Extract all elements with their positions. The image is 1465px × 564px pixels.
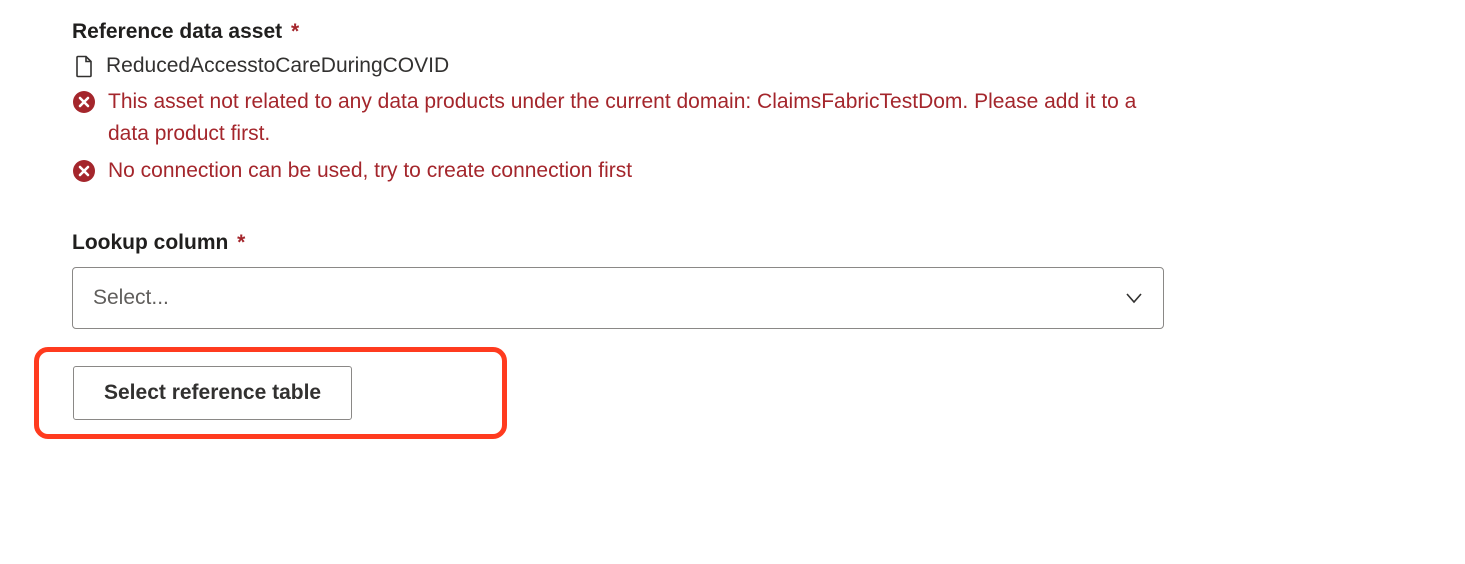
select-reference-table-button[interactable]: Select reference table: [73, 366, 352, 420]
error-row: This asset not related to any data produ…: [72, 86, 1162, 149]
lookup-column-label-text: Lookup column: [72, 231, 228, 254]
reference-data-asset-label-text: Reference data asset: [72, 20, 282, 43]
lookup-column-placeholder: Select...: [93, 286, 169, 310]
file-icon: [72, 54, 96, 78]
lookup-column-select-wrapper: Select...: [72, 267, 1164, 329]
lookup-column-label: Lookup column *: [72, 231, 1465, 255]
lookup-column-select[interactable]: Select...: [72, 267, 1164, 329]
asset-row: ReducedAccesstoCareDuringCOVID: [72, 54, 1465, 78]
error-row: No connection can be used, try to create…: [72, 155, 1162, 187]
highlight-annotation: Select reference table: [34, 347, 507, 439]
asset-name: ReducedAccesstoCareDuringCOVID: [106, 54, 449, 78]
error-circle-x-icon: [72, 159, 96, 183]
error-text: No connection can be used, try to create…: [108, 155, 632, 187]
lookup-column-section: Lookup column * Select...: [72, 231, 1465, 329]
required-asterisk: *: [291, 20, 299, 43]
required-asterisk: *: [237, 231, 245, 254]
error-text: This asset not related to any data produ…: [108, 86, 1162, 149]
error-circle-x-icon: [72, 90, 96, 114]
reference-data-asset-label: Reference data asset *: [72, 20, 1465, 44]
